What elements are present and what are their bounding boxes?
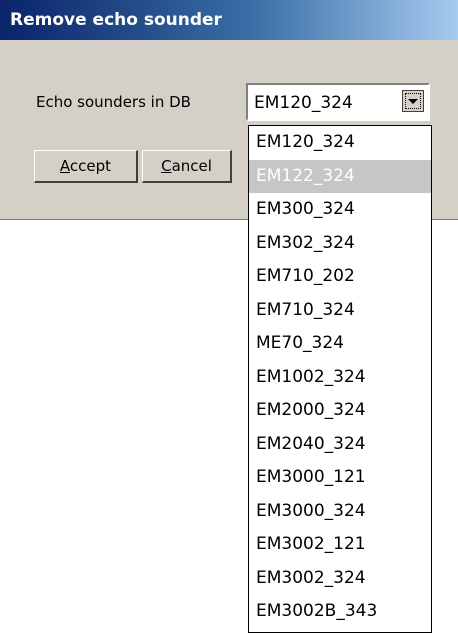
dropdown-option[interactable]: ME70_324 — [249, 327, 431, 361]
title-bar[interactable]: Remove echo sounder — [0, 0, 458, 40]
dropdown-option[interactable]: EM710_324 — [249, 294, 431, 328]
dropdown-option[interactable]: EM3002_324 — [249, 562, 431, 596]
echo-sounder-combobox[interactable]: EM120_324 — [246, 83, 430, 121]
dropdown-option[interactable]: EM302_324 — [249, 227, 431, 261]
dropdown-option[interactable]: EM300_324 — [249, 193, 431, 227]
echo-sounder-dropdown-list[interactable]: EM120_324 EM122_324 EM300_324 EM302_324 EM71… — [248, 125, 432, 633]
cancel-button[interactable]: Cancel — [142, 150, 232, 183]
cancel-mnemonic: C — [161, 157, 172, 175]
accept-label: ccept — [69, 157, 112, 175]
echo-sounders-label: Echo sounders in DB — [36, 93, 191, 111]
dropdown-option[interactable]: EM3002_121 — [249, 528, 431, 562]
dropdown-option[interactable]: EM2040_324 — [249, 428, 431, 462]
window-title: Remove echo sounder — [10, 10, 222, 30]
dropdown-option[interactable]: EM2000_324 — [249, 394, 431, 428]
dropdown-option[interactable]: EM120_324 — [249, 126, 431, 160]
chevron-down-icon[interactable] — [402, 90, 424, 112]
accept-button[interactable]: Accept — [34, 150, 138, 183]
combobox-value: EM120_324 — [254, 93, 353, 113]
dropdown-option[interactable]: EM3000_324 — [249, 495, 431, 529]
dropdown-option[interactable]: EM122_324 — [249, 159, 431, 193]
dropdown-option[interactable]: EM3000_121 — [249, 461, 431, 495]
dropdown-option[interactable]: EM3002B_343 — [249, 595, 431, 629]
dropdown-option[interactable]: EM1002_324 — [249, 361, 431, 395]
cancel-label: ancel — [171, 157, 212, 175]
dropdown-option[interactable]: EM710_202 — [249, 260, 431, 294]
accept-mnemonic: A — [59, 157, 70, 175]
